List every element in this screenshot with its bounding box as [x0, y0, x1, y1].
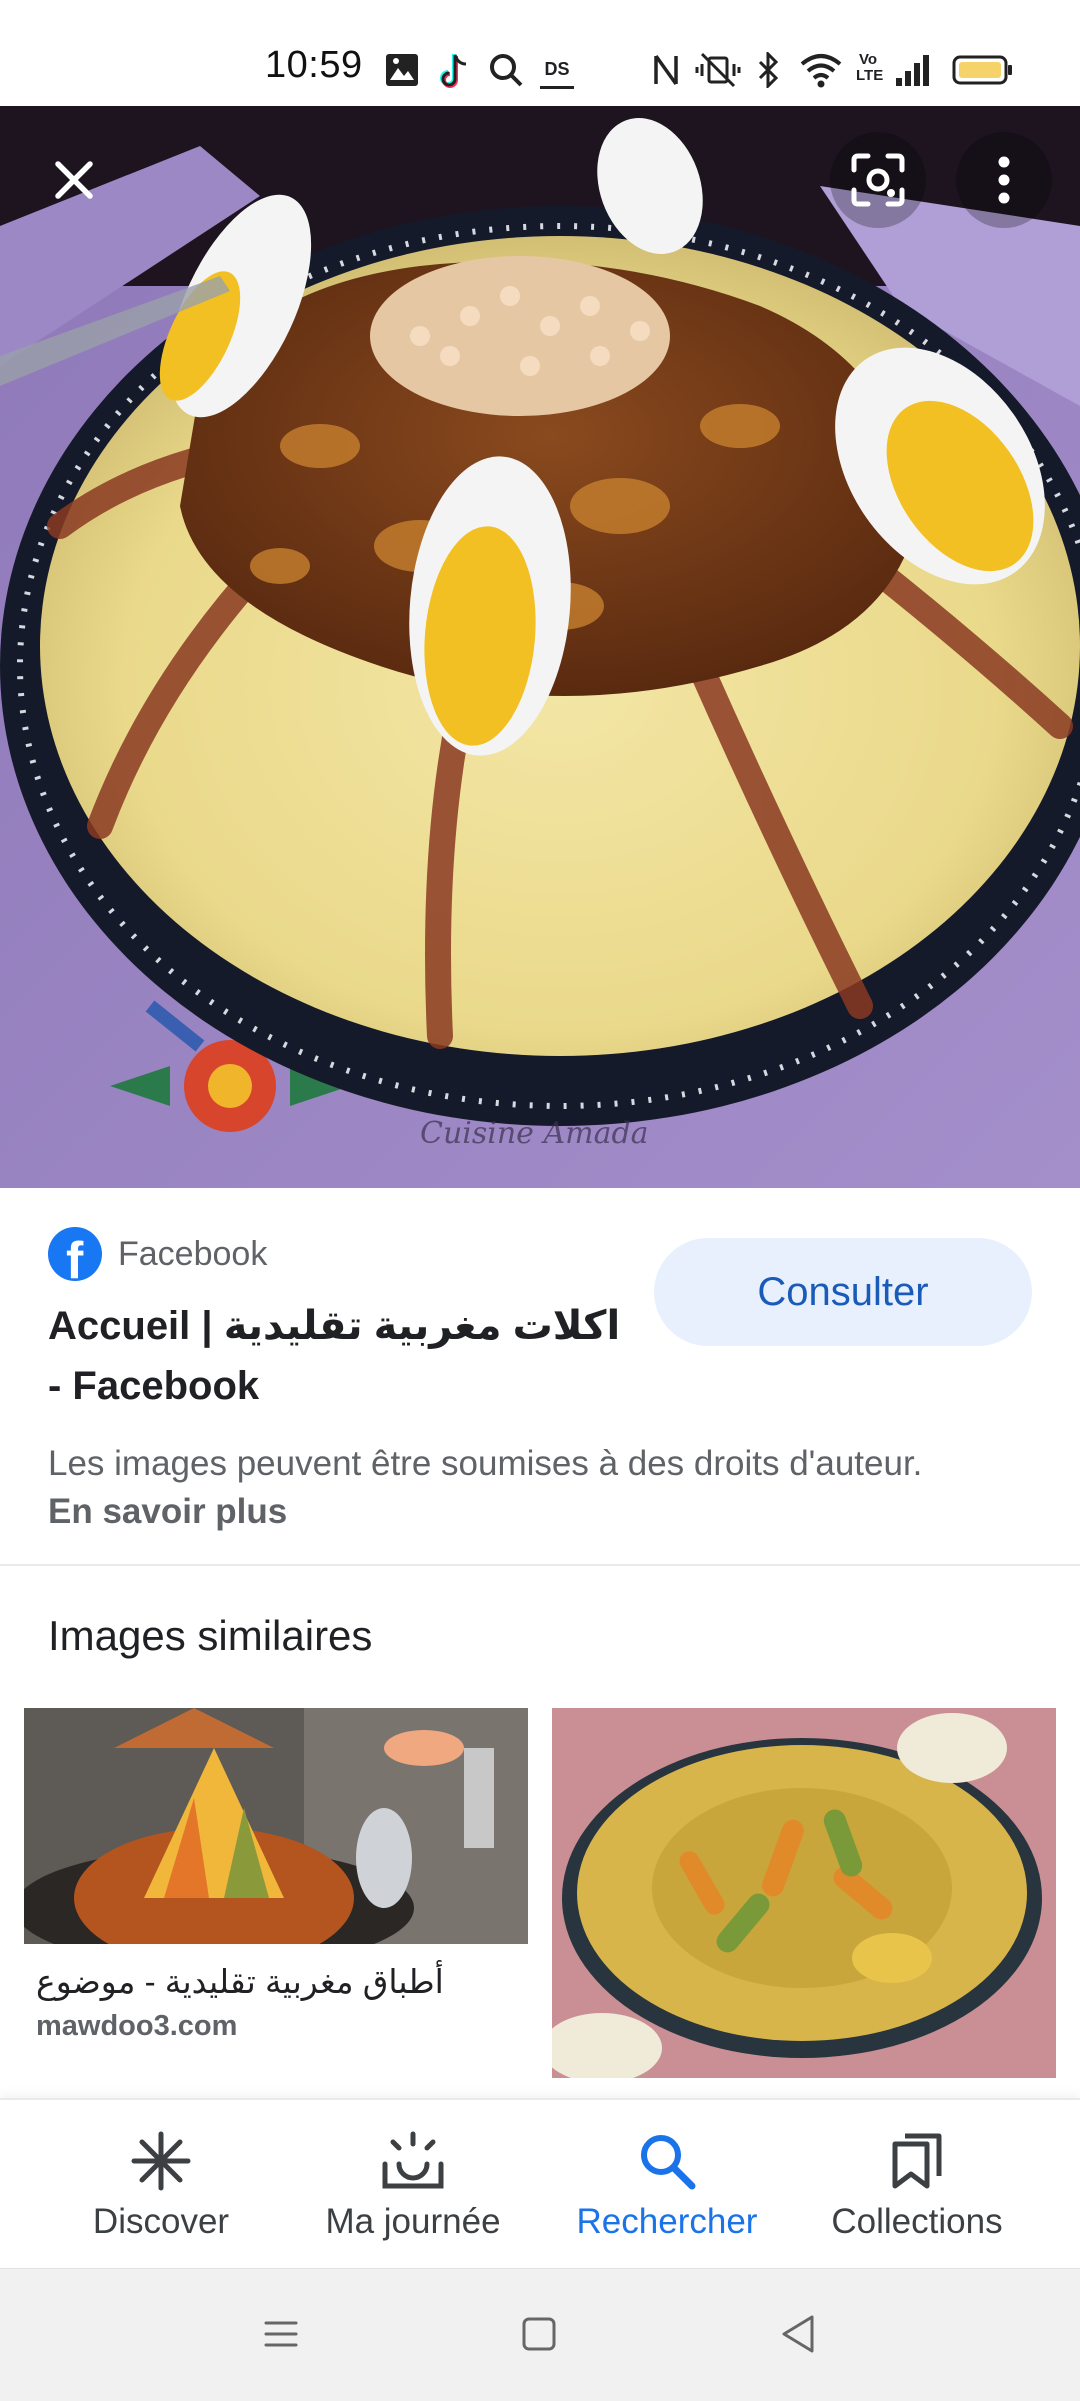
bluetooth-icon	[758, 52, 779, 88]
image-preview[interactable]: Cuisine Amada	[0, 106, 1080, 1188]
asterisk-icon	[131, 2131, 191, 2191]
nfc-icon	[654, 54, 678, 86]
source-name: Facebook	[118, 1234, 268, 1273]
more-options-button[interactable]	[956, 132, 1052, 228]
status-bar: 10:59 DS Vo LTE	[0, 0, 1080, 106]
more-vert-icon	[998, 156, 1010, 204]
copyright-text: Les images peuvent être soumises à des d…	[48, 1444, 923, 1483]
wifi-icon	[800, 54, 842, 88]
lens-icon	[851, 153, 905, 207]
similar-image-2[interactable]	[552, 1708, 1056, 2078]
bookmarks-icon	[892, 2133, 942, 2189]
volte-icon: Vo LTE	[856, 51, 884, 84]
system-navigation-bar	[0, 2268, 1080, 2401]
sunrise-icon	[382, 2131, 444, 2189]
nav-label: Ma journée	[325, 2202, 501, 2241]
nav-label: Collections	[831, 2202, 1003, 2241]
menu-icon[interactable]	[262, 2315, 300, 2353]
facebook-logo-icon: f	[48, 1227, 102, 1281]
ds-icon: DS	[540, 54, 574, 89]
nav-ma-journee[interactable]: Ma journée	[278, 2100, 548, 2270]
back-icon[interactable]	[778, 2313, 818, 2355]
divider	[0, 1564, 1080, 1566]
similar-images-title: Images similaires	[48, 1612, 373, 1659]
battery-icon	[952, 55, 1012, 85]
learn-more-link[interactable]: En savoir plus	[48, 1492, 287, 1531]
search-icon	[490, 54, 523, 87]
mute-vibrate-icon	[695, 52, 741, 88]
status-time: 10:59	[265, 44, 363, 86]
lens-button[interactable]	[830, 132, 926, 228]
nav-label: Discover	[92, 2202, 230, 2241]
image-watermark: Cuisine Amada	[420, 1116, 649, 1151]
gallery-icon	[386, 54, 418, 86]
consult-button[interactable]: Consulter	[654, 1238, 1032, 1346]
search-icon	[641, 2135, 696, 2190]
tagine-photo	[24, 1708, 528, 1944]
result-title[interactable]: Accueil | اكلات مغربية تقليدية - Faceboo…	[48, 1296, 628, 1416]
couscous-vegetables-photo	[552, 1708, 1056, 2078]
bottom-navigation: Discover Ma journée Rechercher Collectio…	[0, 2098, 1080, 2270]
nav-rechercher[interactable]: Rechercher	[532, 2100, 802, 2270]
similar-image-domain: mawdoo3.com	[36, 2010, 238, 2042]
copyright-notice: Les images peuvent être soumises à des d…	[48, 1440, 948, 1536]
similar-image-1[interactable]	[24, 1708, 528, 1944]
home-icon[interactable]	[520, 2315, 558, 2353]
similar-image-caption[interactable]: أطباق مغربية تقليدية - موضوع	[36, 1962, 516, 2001]
tiktok-icon	[440, 54, 467, 88]
couscous-photo	[0, 106, 1080, 1188]
signal-icon	[896, 55, 929, 86]
close-button[interactable]	[26, 132, 122, 228]
nav-discover[interactable]: Discover	[26, 2100, 296, 2270]
nav-collections[interactable]: Collections	[782, 2100, 1052, 2270]
nav-label: Rechercher	[576, 2202, 758, 2241]
source-row[interactable]: f Facebook	[48, 1226, 267, 1282]
close-icon	[55, 161, 93, 199]
